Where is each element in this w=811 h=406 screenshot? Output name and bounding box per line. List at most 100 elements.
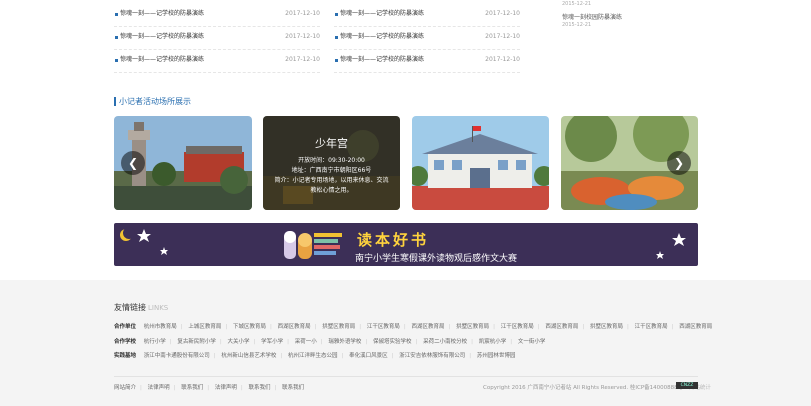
footer-link[interactable]: 凯宸杭小学 <box>479 339 507 345</box>
separator: | <box>207 385 210 391</box>
footer-nav-legal[interactable]: 法律声明 <box>148 385 170 391</box>
chevron-left-icon[interactable]: ❮ <box>121 151 145 175</box>
news-title[interactable]: 惊魂一刻——记学校的防暴演练 <box>340 4 424 24</box>
friend-links-heading: 友情链接 LINKS <box>114 302 168 313</box>
bullet-icon <box>115 13 118 16</box>
footer-link[interactable]: 采荷一小 <box>295 339 317 345</box>
cnzz-badge-icon[interactable]: CNZZ <box>676 382 698 389</box>
news-date: 2017-12-10 <box>285 10 320 17</box>
partner-schools-row: 合作学校 杭行小学 | 复古新民附小学 | 大关小学 | 学军小学 | 采荷一小 | 瑞雅… <box>114 337 549 345</box>
chevron-right-icon[interactable]: ❯ <box>667 151 691 175</box>
footer-link[interactable]: 杭州新山信县艺术学校 <box>221 353 276 359</box>
bullet-icon <box>335 36 338 39</box>
separator: | <box>173 385 176 391</box>
slide-info-overlay: 少年宫 开放时间：09:30-20:00 地址：广西南宁市朝阳区66号 简介：小… <box>263 116 400 210</box>
footer-link[interactable]: 浙江安吉依林服饰有限公司 <box>399 353 465 359</box>
carousel-slide[interactable]: ❯ <box>561 116 698 210</box>
essay-contest-banner[interactable]: 读本好书 南宁小学生寒假课外读物观后感作文大赛 <box>114 223 698 266</box>
footer-link[interactable]: 杭行小学 <box>144 339 166 345</box>
bullet-icon <box>335 59 338 62</box>
separator: | <box>270 324 272 330</box>
footer-link[interactable]: 保俶塔实验学校 <box>373 339 412 345</box>
site-footer: 友情链接 LINKS 合作单位 杭州市教育局 | 上城区教育局 | 下城区教育局 | 西… <box>0 280 811 406</box>
heading-accent-bar <box>114 96 116 106</box>
news-date: 2017-12-10 <box>285 56 320 63</box>
separator: | <box>469 353 472 359</box>
footer-divider <box>114 376 698 377</box>
news-title[interactable]: 惊魂一刻——记学校的防暴演练 <box>120 50 204 70</box>
carousel-slide-active[interactable]: 少年宫 开放时间：09:30-20:00 地址：广西南宁市朝阳区66号 简介：小… <box>263 116 400 210</box>
row-label: 实践基地 <box>114 353 137 359</box>
row-label: 合作单位 <box>114 324 137 330</box>
side-news-date: 2015-12-21 <box>562 22 592 28</box>
footer-link[interactable]: 江干区教育局 <box>367 324 400 330</box>
footer-link[interactable]: 文一街小学 <box>518 339 546 345</box>
separator: | <box>213 353 216 359</box>
footer-link[interactable]: 西湖区教育局 <box>545 324 578 330</box>
copyright: Copyright 2016 广西南宁小记者站 All Rights Reser… <box>483 385 684 391</box>
news-title[interactable]: 惊魂一刻——记学校的防暴演练 <box>120 27 204 47</box>
footer-nav-contact[interactable]: 联系我们 <box>181 385 203 391</box>
footer-link[interactable]: 江干区教育局 <box>501 324 534 330</box>
news-item[interactable]: 惊魂一刻——记学校的防暴演练 2017-12-10 <box>114 4 320 27</box>
carousel-slide[interactable] <box>412 116 549 210</box>
news-list-left: 惊魂一刻——记学校的防暴演练 2017-12-10 惊魂一刻——记学校的防暴演练 2… <box>114 4 320 73</box>
separator: | <box>314 324 317 330</box>
venue-name: 少年宫 <box>315 137 348 150</box>
separator: | <box>320 339 323 345</box>
footer-link[interactable]: 复古新民附小学 <box>177 339 216 345</box>
side-news-title[interactable]: 惊魂一刻校园防暴演练 <box>562 14 702 22</box>
section-heading: 小记者活动场所展示 <box>114 96 191 106</box>
footer-link[interactable]: 拱墅区教育局 <box>322 324 355 330</box>
separator: | <box>391 353 394 359</box>
footer-link[interactable]: 西湖区教育局 <box>679 324 712 330</box>
news-item[interactable]: 惊魂一刻——记学校的防暴演练 2017-12-10 <box>114 50 320 73</box>
side-news-date: 2015-12-21 <box>562 1 592 7</box>
separator: | <box>510 339 513 345</box>
news-title[interactable]: 惊魂一刻——记学校的防暴演练 <box>340 27 424 47</box>
separator: | <box>341 353 344 359</box>
news-item[interactable]: 惊魂一刻——记学校的防暴演练 2017-12-10 <box>334 50 520 73</box>
separator: | <box>415 339 418 345</box>
footer-link[interactable]: 学军小学 <box>261 339 283 345</box>
footer-link[interactable]: 杭州市教育局 <box>144 324 177 330</box>
footer-nav-about[interactable]: 网站简介 <box>114 385 136 391</box>
footer-link[interactable]: 浙江中南卡通股份有限公司 <box>144 353 210 359</box>
footer-link[interactable]: 拱墅区教育局 <box>456 324 489 330</box>
footer-link[interactable]: 奉化溪口风景区 <box>349 353 388 359</box>
practice-bases-row: 实践基地 浙江中南卡通股份有限公司 | 杭州新山信县艺术学校 | 杭州江洋畔生态公园… <box>114 351 519 359</box>
separator: | <box>671 324 674 330</box>
venue-carousel: ❮ 少年宫 开放时间：09:30-20:00 地址：广西南宁市朝阳区66号 简介… <box>114 116 698 210</box>
news-item[interactable]: 惊魂一刻——记学校的防暴演练 2017-12-10 <box>114 27 320 50</box>
footer-link[interactable]: 西湖区教育局 <box>412 324 445 330</box>
news-title[interactable]: 惊魂一刻——记学校的防暴演练 <box>120 4 204 24</box>
separator: | <box>240 385 243 391</box>
news-date: 2017-12-10 <box>485 56 520 63</box>
bullet-icon <box>335 13 338 16</box>
footer-nav-legal[interactable]: 法律声明 <box>215 385 237 391</box>
side-news: 2015-12-21 惊魂一刻校园防暴演练 2015-12-21 <box>562 0 702 29</box>
footer-link[interactable]: 杭州江洋畔生态公园 <box>288 353 338 359</box>
separator: | <box>493 324 496 330</box>
news-item[interactable]: 惊魂一刻——记学校的防暴演练 2017-12-10 <box>334 27 520 50</box>
footer-link[interactable]: 下城区教育局 <box>233 324 266 330</box>
slide-photo-school <box>412 116 549 210</box>
footer-link[interactable]: 江干区教育局 <box>635 324 668 330</box>
news-date: 2017-12-10 <box>285 33 320 40</box>
footer-link[interactable]: 西湖区教育局 <box>278 324 311 330</box>
news-date: 2017-12-10 <box>485 33 520 40</box>
footer-link[interactable]: 大关小学 <box>228 339 250 345</box>
footer-nav-contact[interactable]: 联系我们 <box>282 385 304 391</box>
carousel-slide[interactable]: ❮ <box>114 116 252 210</box>
separator: | <box>253 339 256 345</box>
news-title[interactable]: 惊魂一刻——记学校的防暴演练 <box>340 50 424 70</box>
footer-link[interactable]: 上城区教育局 <box>188 324 221 330</box>
footer-link[interactable]: 苏州园林世博园 <box>477 353 516 359</box>
footer-link[interactable]: 采荷二小南校分校 <box>423 339 467 345</box>
separator: | <box>225 324 228 330</box>
footer-nav-contact[interactable]: 联系我们 <box>249 385 271 391</box>
footer-link[interactable]: 拱墅区教育局 <box>590 324 623 330</box>
news-item[interactable]: 惊魂一刻——记学校的防暴演练 2017-12-10 <box>334 4 520 27</box>
footer-link[interactable]: 瑞雅外语学校 <box>328 339 361 345</box>
partner-units-row: 合作单位 杭州市教育局 | 上城区教育局 | 下城区教育局 | 西湖区教育局 | 拱墅区… <box>114 322 716 330</box>
